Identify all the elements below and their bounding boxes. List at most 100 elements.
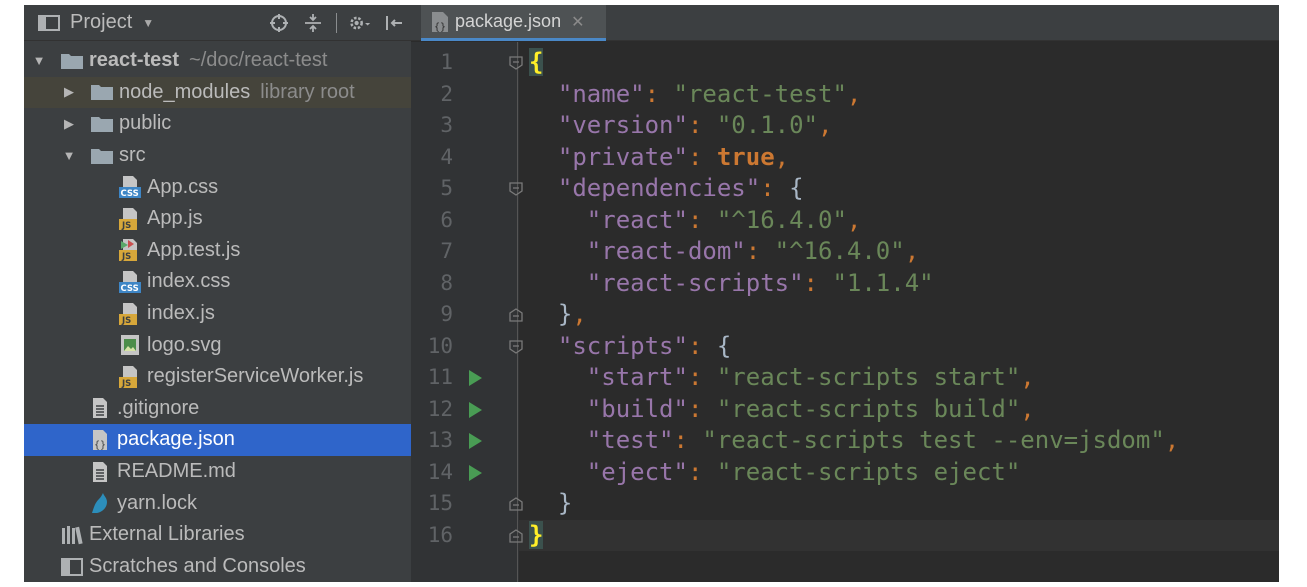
chevron-down-icon[interactable]: ▼ — [142, 16, 154, 30]
line-number: 5 — [440, 176, 453, 200]
toolbar-divider — [336, 13, 337, 33]
tree-item-app-test-js[interactable]: JS App.test.js — [24, 235, 411, 267]
code-line-2[interactable]: "name": "react-test", — [529, 79, 861, 111]
tree-item-label: public — [119, 112, 172, 135]
code-line-3[interactable]: "version": "0.1.0", — [529, 110, 833, 142]
tree-item-label: App.css — [147, 175, 219, 198]
editor-area[interactable]: {} package.json ✕ 1 {2 "name": "react-tes… — [411, 5, 1279, 582]
project-toolbar — [268, 12, 405, 34]
yarn-icon — [88, 492, 112, 514]
svg-text:{}: {} — [94, 440, 106, 451]
tree-item-gitignore[interactable]: .gitignore — [24, 393, 411, 425]
tree-item-registerserviceworker-js[interactable]: JS registerServiceWorker.js — [24, 361, 411, 393]
tree-item-label: src — [119, 144, 146, 167]
line-number: 9 — [440, 302, 453, 326]
locate-icon[interactable] — [268, 12, 290, 34]
tree-item-label: External Libraries — [89, 523, 245, 546]
code-line-11[interactable]: "start": "react-scripts start", — [529, 362, 1035, 394]
svg-text:JS: JS — [121, 316, 131, 326]
tree-item-src[interactable]: ▼ src — [24, 140, 411, 172]
line-number: 1 — [440, 50, 453, 74]
tree-item-logo-svg[interactable]: logo.svg — [24, 329, 411, 361]
tree-item-readme-md[interactable]: README.md — [24, 456, 411, 488]
tree-item-scratches-and-consoles[interactable]: Scratches and Consoles — [24, 551, 411, 582]
css-file-icon: CSS — [118, 270, 142, 294]
code-line-8[interactable]: "react-scripts": "1.1.4" — [529, 268, 934, 300]
run-script-icon[interactable] — [469, 433, 482, 449]
code-line-4[interactable]: "private": true, — [529, 142, 789, 174]
svg-text:JS: JS — [121, 379, 131, 389]
tree-item-index-css[interactable]: CSS index.css — [24, 266, 411, 298]
run-script-icon[interactable] — [469, 370, 482, 386]
fold-open-icon[interactable] — [509, 339, 523, 354]
code-line-7[interactable]: "react-dom": "^16.4.0", — [529, 236, 919, 268]
code-line-15[interactable]: } — [529, 488, 572, 520]
line-number: 4 — [440, 144, 453, 169]
folder-icon — [90, 81, 114, 103]
project-panel: Project ▼ ▼ react-test ~/doc/react-test ▶ no… — [24, 5, 411, 582]
code-line-6[interactable]: "react": "^16.4.0", — [529, 205, 862, 237]
collapse-all-icon[interactable] — [302, 12, 324, 34]
run-script-icon[interactable] — [469, 464, 482, 481]
project-view-icon — [38, 14, 60, 31]
line-number: 3 — [440, 113, 453, 137]
fold-close-icon[interactable] — [509, 308, 523, 322]
json-file-icon: {} — [88, 429, 112, 451]
tree-item-react-test[interactable]: ▼ react-test ~/doc/react-test — [24, 45, 411, 77]
fold-close-icon[interactable] — [509, 497, 523, 511]
tree-item-yarn-lock[interactable]: yarn.lock — [24, 487, 411, 519]
code-line-14[interactable]: "eject": "react-scripts eject" — [529, 457, 1021, 489]
js-file-icon: JS — [118, 207, 142, 231]
line-number: 6 — [440, 207, 453, 232]
line-number: 15 — [427, 491, 453, 515]
editor-tab-bar: {} package.json ✕ — [411, 5, 1279, 41]
collapsed-arrow-icon[interactable]: ▶ — [62, 84, 76, 100]
code-line-12[interactable]: "build": "react-scripts build", — [529, 394, 1035, 426]
tree-item-package-json[interactable]: {} package.json — [24, 424, 411, 456]
gear-icon[interactable] — [349, 12, 371, 34]
line-number: 14 — [427, 459, 453, 484]
tree-item-node-modules[interactable]: ▶ node_modules library root — [24, 76, 411, 109]
project-panel-title: Project — [70, 11, 133, 33]
code-line-10[interactable]: "scripts": { — [529, 331, 731, 363]
tree-item-label: logo.svg — [147, 333, 222, 356]
tree-item-label: Scratches and Consoles — [89, 554, 306, 577]
tree-item-label: App.js — [147, 207, 203, 230]
tab-package-json[interactable]: {} package.json ✕ — [421, 5, 606, 41]
folder-icon — [90, 113, 114, 135]
code-line-1[interactable]: { — [529, 47, 544, 79]
hide-panel-icon[interactable] — [383, 12, 405, 34]
css-file-icon: CSS — [118, 176, 142, 199]
tree-item-label: node_modules — [119, 80, 251, 103]
tree-item-label: .gitignore — [117, 396, 200, 419]
expanded-arrow-icon[interactable]: ▼ — [32, 53, 46, 68]
close-icon[interactable]: ✕ — [571, 12, 584, 32]
tree-item-index-js[interactable]: JS index.js — [24, 298, 411, 330]
fold-close-icon[interactable] — [509, 528, 523, 543]
fold-open-icon[interactable] — [509, 56, 523, 70]
tree-item-external-libraries[interactable]: External Libraries — [24, 519, 411, 551]
image-file-icon — [118, 334, 142, 356]
run-script-icon[interactable] — [469, 401, 482, 418]
line-number: 16 — [427, 522, 453, 547]
expanded-arrow-icon[interactable]: ▼ — [62, 148, 76, 163]
collapsed-arrow-icon[interactable]: ▶ — [62, 116, 76, 132]
tree-item-label: yarn.lock — [117, 491, 198, 514]
text-file-icon — [88, 461, 112, 483]
tree-item-public[interactable]: ▶ public — [24, 108, 411, 140]
tree-item-app-css[interactable]: CSS App.css — [24, 171, 411, 203]
tree-item-hint: library root — [260, 80, 355, 103]
code-line-9[interactable]: }, — [529, 299, 587, 331]
tree-item-app-js[interactable]: JS App.js — [24, 203, 411, 235]
tree-item-label: registerServiceWorker.js — [147, 365, 364, 388]
code-line-16[interactable]: } — [529, 520, 544, 552]
js-file-icon: JS — [118, 365, 142, 389]
svg-text:CSS: CSS — [121, 189, 139, 199]
line-number: 12 — [427, 396, 453, 421]
tree-item-label: README.md — [117, 460, 236, 483]
fold-open-icon[interactable] — [509, 182, 523, 196]
window-edge — [1279, 0, 1307, 587]
code-line-5[interactable]: "dependencies": { — [529, 173, 804, 205]
code-line-13[interactable]: "test": "react-scripts test --env=jsdom"… — [529, 425, 1179, 457]
tree-item-label: package.json — [117, 428, 235, 451]
